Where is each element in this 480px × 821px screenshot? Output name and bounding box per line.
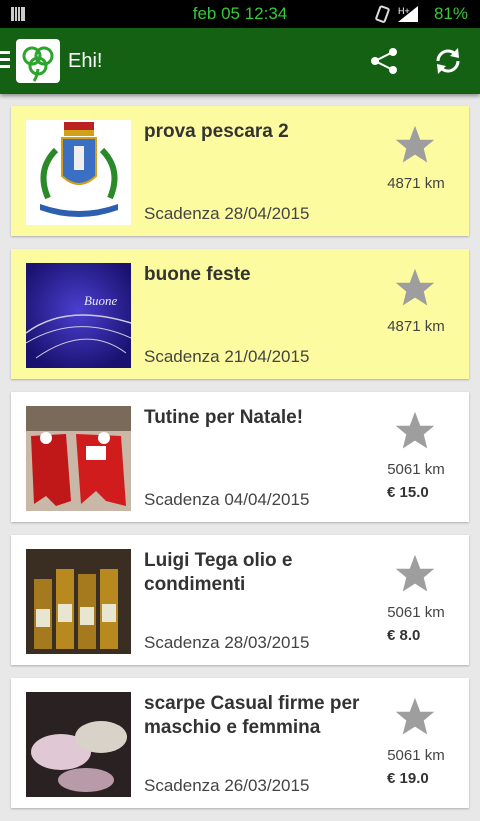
item-expiry: Scadenza 26/03/2015 [144, 776, 310, 795]
item-distance: 4871 km [387, 175, 445, 192]
offers-list: prova pescara 2 Scadenza 28/04/2015 4871… [11, 106, 469, 821]
item-expiry: Scadenza 28/04/2015 [144, 204, 310, 223]
list-item[interactable]: scarpe Casual firme per maschio e femmin… [11, 678, 469, 808]
item-title: scarpe Casual firme per maschio e femmin… [144, 693, 360, 738]
list-item[interactable]: Tutine per Natale! Scadenza 04/04/2015 5… [11, 392, 469, 522]
star-icon[interactable] [394, 696, 436, 738]
list-item[interactable]: Buone buone feste Scadenza 21/04/2015 48… [11, 249, 469, 379]
app-logo[interactable] [16, 39, 60, 83]
item-title: buone feste [144, 264, 251, 285]
star-icon[interactable] [394, 267, 436, 309]
app-title: Ehi! [68, 50, 103, 72]
greeting-card-thumbnail: Buone [26, 263, 131, 368]
item-title: Luigi Tega olio e condimenti [144, 550, 293, 595]
baby-suits-thumbnail [26, 406, 131, 511]
status-bar: feb 05 12:34 H+ 81% [0, 0, 480, 28]
menu-icon[interactable] [0, 51, 10, 69]
item-price: € 15.0 [387, 484, 429, 501]
coat-of-arms-thumbnail [26, 120, 131, 225]
star-icon[interactable] [394, 553, 436, 595]
star-icon[interactable] [394, 410, 436, 452]
refresh-icon[interactable] [432, 45, 464, 77]
clover-icon [22, 46, 54, 82]
oil-bottles-thumbnail [26, 549, 131, 654]
item-distance: 5061 km [387, 747, 445, 764]
item-expiry: Scadenza 04/04/2015 [144, 490, 310, 509]
svg-text:Buone: Buone [84, 293, 117, 308]
share-icon[interactable] [368, 47, 400, 75]
battery-level: 81% [433, 4, 468, 23]
app-bar: Ehi! [0, 28, 480, 94]
item-price: € 8.0 [387, 627, 421, 644]
item-distance: 4871 km [387, 318, 445, 335]
item-expiry: Scadenza 21/04/2015 [144, 347, 310, 366]
item-title: prova pescara 2 [144, 121, 289, 142]
item-distance: 5061 km [387, 604, 445, 621]
vibrate-icon [375, 5, 390, 23]
star-icon[interactable] [394, 124, 436, 166]
shoes-thumbnail [26, 692, 131, 797]
item-price: € 19.0 [387, 770, 429, 787]
network-signal-icon: H+ [398, 6, 418, 22]
item-title: Tutine per Natale! [144, 407, 304, 428]
list-item[interactable]: prova pescara 2 Scadenza 28/04/2015 4871… [11, 106, 469, 236]
item-expiry: Scadenza 28/03/2015 [144, 633, 310, 652]
signal-icons: H+ [375, 5, 418, 23]
list-item[interactable]: Luigi Tega olio e condimenti Scadenza 28… [11, 535, 469, 665]
item-distance: 5061 km [387, 461, 445, 478]
